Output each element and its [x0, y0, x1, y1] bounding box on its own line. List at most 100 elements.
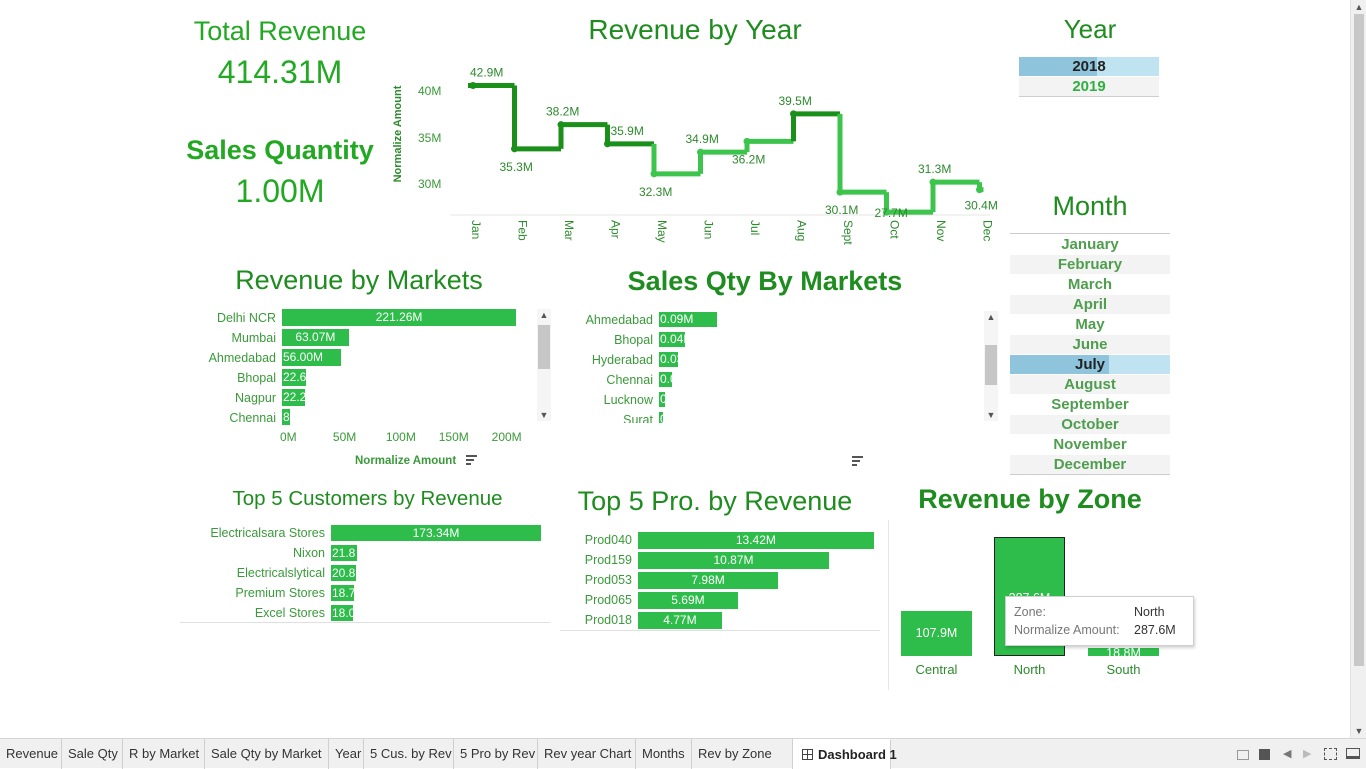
bar-value-label: 63.07M: [295, 330, 336, 344]
category-label: Ahmedabad: [585, 313, 653, 327]
bar[interactable]: 0.03: [659, 352, 679, 367]
x-tick-label: Jul: [748, 220, 762, 235]
zone-bar-value: 107.9M: [915, 626, 958, 641]
sales-qty-scrollbar[interactable]: ▲ ▼: [984, 311, 998, 421]
sort-icon[interactable]: [466, 454, 478, 466]
fullscreen-icon[interactable]: [1324, 748, 1337, 760]
scroll-up-icon[interactable]: ▲: [1351, 0, 1366, 14]
data-point[interactable]: [511, 145, 518, 153]
bar[interactable]: 63.07M: [282, 329, 349, 346]
sheet-tab[interactable]: Sale Qty: [62, 739, 123, 769]
scroll-thumb[interactable]: [1354, 14, 1364, 666]
bar[interactable]: 8: [282, 409, 291, 425]
bar[interactable]: 0.09M: [659, 312, 717, 327]
data-point[interactable]: [650, 170, 658, 178]
category-label: Prod159: [584, 553, 632, 567]
bar[interactable]: 0.: [659, 392, 666, 407]
month-option[interactable]: August: [1010, 375, 1170, 394]
bar[interactable]: 10.87M: [638, 552, 829, 569]
sheet-tab[interactable]: Months: [636, 739, 692, 769]
month-option-label: December: [1053, 456, 1127, 473]
data-point[interactable]: [836, 188, 844, 196]
zone-bar[interactable]: 18.8M: [1088, 647, 1159, 659]
sheet-tab[interactable]: Rev year Chart: [538, 739, 636, 769]
page-scrollbar[interactable]: ▲ ▼: [1350, 0, 1366, 738]
data-point[interactable]: [929, 178, 937, 186]
bar[interactable]: 56.00M: [282, 349, 342, 366]
bar[interactable]: 221.26M: [282, 309, 517, 326]
x-tick-label: 0M: [280, 430, 297, 444]
bar[interactable]: 7.98M: [638, 572, 779, 589]
x-tick-label: Feb: [516, 220, 530, 241]
month-filter-divider: [1010, 233, 1170, 234]
show-tabs-icon[interactable]: [1237, 750, 1249, 760]
revenue-by-year-title: Revenue by Year: [588, 14, 802, 45]
zone-bar[interactable]: 107.9M: [901, 611, 972, 656]
sort-icon[interactable]: [852, 455, 864, 467]
data-point[interactable]: [743, 137, 751, 145]
year-option[interactable]: 2018: [1019, 57, 1159, 76]
data-point[interactable]: [790, 110, 797, 118]
month-option[interactable]: January: [1010, 235, 1170, 254]
revenue-markets-scrollbar[interactable]: ▲ ▼: [537, 309, 551, 421]
sheet-tab[interactable]: 5 Pro by Rev: [454, 739, 538, 769]
month-option[interactable]: December: [1010, 455, 1170, 474]
sheet-tab[interactable]: Rev by Zone: [692, 739, 793, 769]
bar[interactable]: 21.8: [331, 545, 358, 561]
scroll-thumb[interactable]: [985, 345, 997, 385]
revenue-by-zone-title: Revenue by Zone: [918, 484, 1142, 514]
sheet-tab[interactable]: Dashboard 1: [793, 739, 897, 769]
month-option-label: July: [1074, 356, 1105, 373]
bar[interactable]: 22.2: [282, 389, 306, 406]
bar[interactable]: 18.7: [331, 585, 354, 601]
month-option[interactable]: May: [1010, 315, 1170, 334]
category-label: Nixon: [293, 546, 325, 560]
x-tick-label: 100M: [385, 430, 416, 444]
bar[interactable]: 173.34M: [331, 525, 541, 541]
sheet-tab[interactable]: Revenue: [0, 739, 62, 769]
bar[interactable]: 22.6: [282, 369, 306, 386]
bar[interactable]: 20.8: [331, 565, 357, 581]
scroll-down-icon[interactable]: ▼: [1351, 724, 1366, 738]
bar-value-label: 173.34M: [412, 526, 460, 540]
month-option-label: March: [1067, 276, 1113, 293]
month-option[interactable]: March: [1010, 275, 1170, 294]
data-point[interactable]: [697, 148, 704, 156]
data-point[interactable]: [469, 82, 477, 89]
scroll-up-icon[interactable]: ▲: [984, 311, 998, 323]
sheet-tab[interactable]: 5 Cus. by Rev: [364, 739, 454, 769]
month-option[interactable]: February: [1010, 255, 1170, 274]
scroll-down-icon[interactable]: ▼: [984, 409, 998, 421]
category-label: Electricalslytical: [236, 566, 325, 580]
bar[interactable]: 0.04M: [659, 332, 685, 347]
month-option[interactable]: November: [1010, 435, 1170, 454]
year-option[interactable]: 2019: [1019, 77, 1159, 96]
data-point[interactable]: [557, 121, 565, 129]
month-option[interactable]: June: [1010, 335, 1170, 354]
sheet-tab[interactable]: Sale Qty by Market: [205, 739, 329, 769]
presentation-mode-icon[interactable]: [1346, 748, 1360, 759]
data-point[interactable]: [976, 186, 983, 194]
month-option[interactable]: July: [1010, 355, 1170, 374]
bar[interactable]: 13.42M: [638, 532, 874, 549]
scroll-down-icon[interactable]: ▼: [537, 409, 551, 421]
sheet-tab-label: Year: [335, 746, 362, 761]
previous-sheet-icon[interactable]: ◀: [1283, 748, 1291, 760]
bar[interactable]: 18.0: [331, 605, 353, 621]
month-option[interactable]: October: [1010, 415, 1170, 434]
scroll-up-icon[interactable]: ▲: [537, 309, 551, 321]
data-point[interactable]: [604, 140, 611, 148]
bar[interactable]: 0.0: [659, 372, 672, 387]
bar[interactable]: 4.77M: [638, 612, 722, 629]
bar[interactable]: 0: [659, 412, 663, 423]
month-option[interactable]: April: [1010, 295, 1170, 314]
filmstrip-icon[interactable]: [1259, 749, 1270, 760]
sheet-tab[interactable]: R by Market: [123, 739, 205, 769]
x-tick-label: Jun: [702, 220, 716, 239]
bar[interactable]: 5.69M: [638, 592, 738, 609]
month-option[interactable]: September: [1010, 395, 1170, 414]
data-label: 35.9M: [611, 124, 644, 138]
sheet-tab[interactable]: Year: [329, 739, 364, 769]
scroll-thumb[interactable]: [538, 325, 550, 369]
next-sheet-icon[interactable]: ▶: [1303, 748, 1311, 760]
